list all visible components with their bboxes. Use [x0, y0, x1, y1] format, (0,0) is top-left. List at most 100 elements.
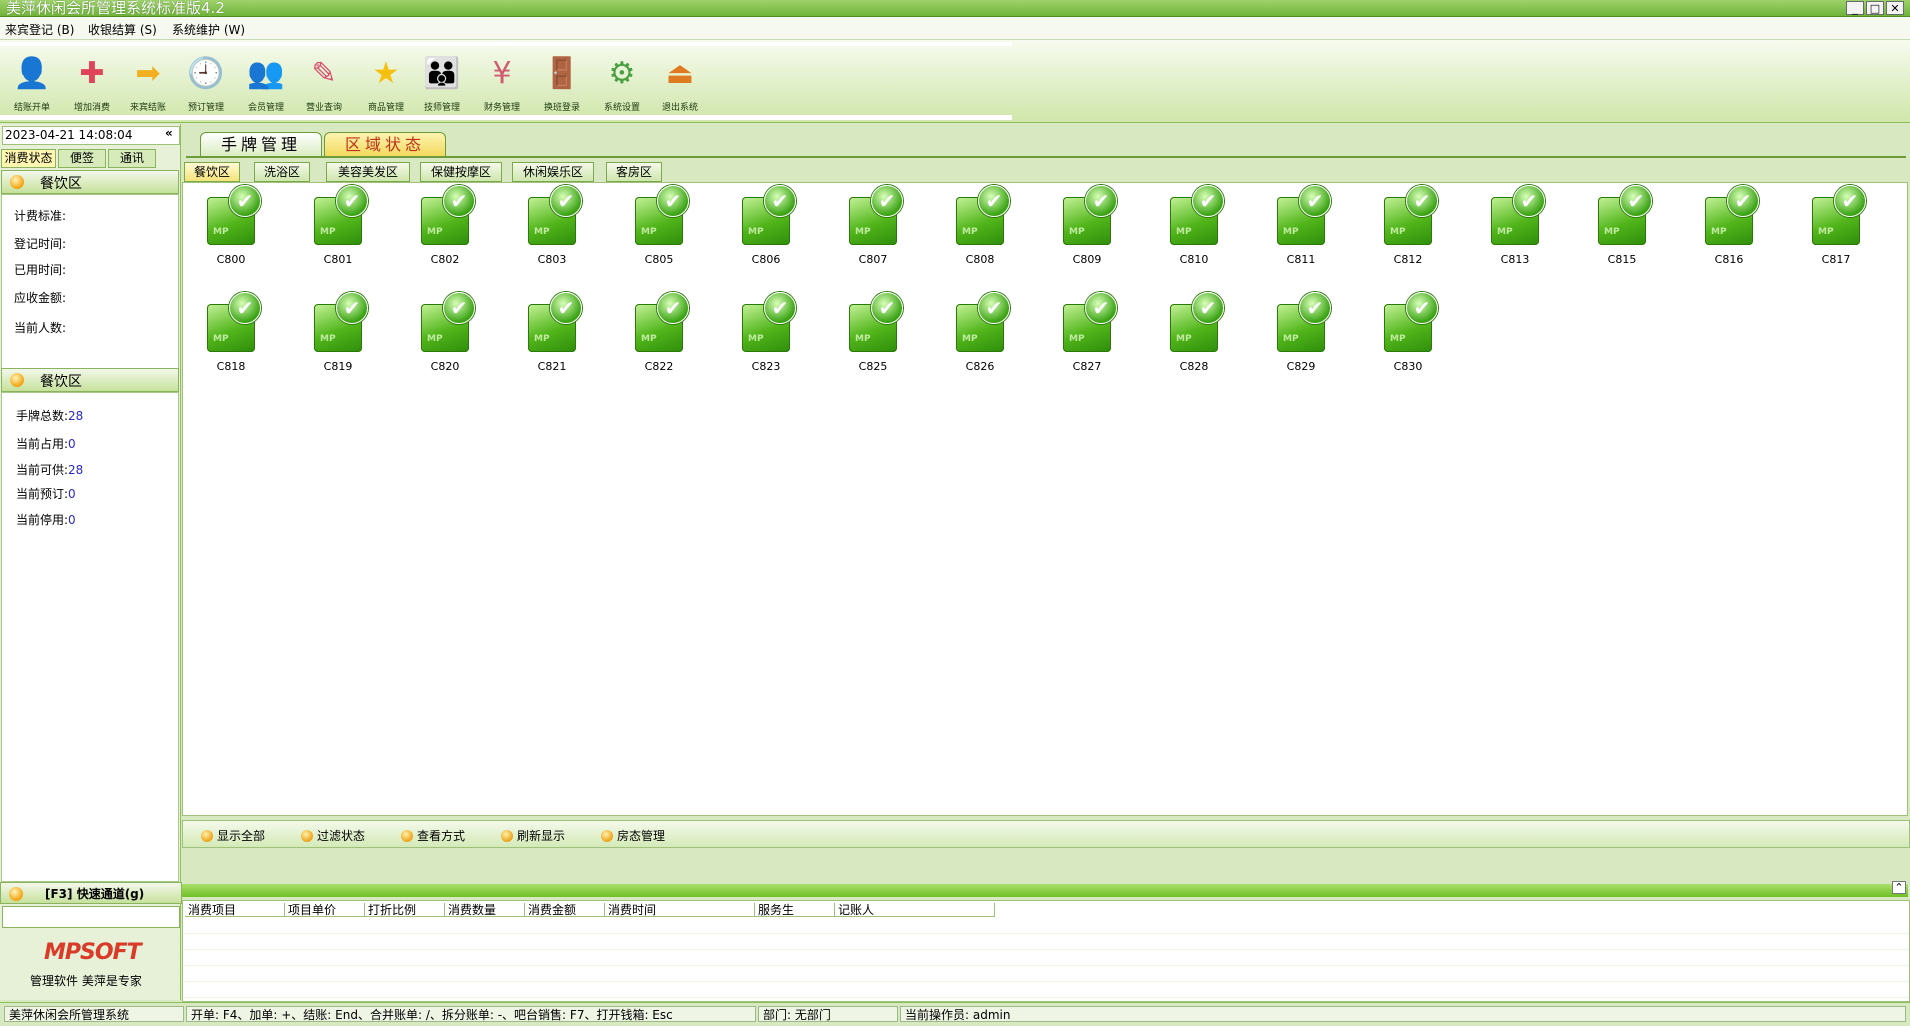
- room-tile[interactable]: ✔ C802: [401, 185, 481, 271]
- action-button-4[interactable]: 房态管理: [601, 827, 665, 844]
- room-tile[interactable]: ✔ C816: [1685, 185, 1765, 271]
- members-icon: 👥: [247, 56, 285, 91]
- section-header-detail: 餐饮区: [1, 170, 179, 194]
- collapse-button[interactable]: «: [165, 126, 173, 140]
- toolbar-button-9[interactable]: 🚪 换班登录: [536, 54, 588, 113]
- table-header[interactable]: 消费金额: [525, 903, 605, 917]
- toolbar-button-0[interactable]: 👤 结账开单: [6, 54, 58, 113]
- room-tile[interactable]: ✔ C809: [1043, 185, 1123, 271]
- toolbar-button-5[interactable]: ✎ 营业查询: [298, 54, 350, 113]
- zone-tab-4[interactable]: 休闲娱乐区: [512, 162, 594, 182]
- room-tile[interactable]: ✔ C821: [508, 292, 588, 378]
- room-tile[interactable]: ✔ C828: [1150, 292, 1230, 378]
- zone-tab-2[interactable]: 美容美发区: [326, 162, 410, 182]
- room-tile[interactable]: ✔ C803: [508, 185, 588, 271]
- toolbar-button-4[interactable]: 👥 会员管理: [240, 54, 292, 113]
- table-header[interactable]: 消费数量: [445, 903, 525, 917]
- table-gridline: [183, 965, 1909, 966]
- close-button[interactable]: ✕: [1886, 1, 1904, 15]
- zone-tab-0[interactable]: 餐饮区: [184, 162, 240, 182]
- room-tile[interactable]: ✔ C806: [722, 185, 802, 271]
- checkmark-icon: ✔: [1834, 185, 1866, 217]
- zone-tab-3[interactable]: 保健按摩区: [420, 162, 502, 182]
- toolbar-button-label: 换班登录: [543, 103, 580, 113]
- stat-value: 0: [68, 437, 76, 451]
- toolbar-button-8[interactable]: ¥ 财务管理: [476, 54, 528, 113]
- checkmark-icon: ✔: [229, 185, 261, 217]
- toolbar-button-2[interactable]: ➡ 来宾结账: [122, 54, 174, 113]
- room-label: C810: [1179, 253, 1209, 266]
- room-tile[interactable]: ✔ C801: [294, 185, 374, 271]
- stat-row: 当前停用:0: [16, 511, 76, 528]
- room-tile[interactable]: ✔ C815: [1578, 185, 1658, 271]
- room-tile[interactable]: ✔ C822: [615, 292, 695, 378]
- datetime-bar: 2023-04-21 14:08:04 «: [2, 126, 180, 145]
- tab-contacts[interactable]: 通讯: [108, 149, 156, 168]
- action-button-2[interactable]: 查看方式: [401, 827, 465, 844]
- room-tile[interactable]: ✔ C820: [401, 292, 481, 378]
- room-tile[interactable]: ✔ C829: [1257, 292, 1337, 378]
- tab-notes[interactable]: 便签: [58, 149, 106, 168]
- action-button-3[interactable]: 刷新显示: [501, 827, 565, 844]
- tab-consumption-status[interactable]: 消费状态: [1, 149, 56, 168]
- room-label: C820: [430, 360, 460, 373]
- checkmark-icon: ✔: [764, 292, 796, 324]
- table-header[interactable]: 服务生: [755, 903, 835, 917]
- room-tile[interactable]: ✔ C810: [1150, 185, 1230, 271]
- room-tile[interactable]: ✔ C827: [1043, 292, 1123, 378]
- room-grid: ✔ C800 ✔ C801 ✔ C802 ✔ C803 ✔ C805 ✔ C806 ✔ C807 ✔ C808…: [182, 182, 1908, 816]
- toolbar-button-10[interactable]: ⚙ 系统设置: [596, 54, 648, 113]
- room-tile[interactable]: ✔ C818: [187, 292, 267, 378]
- window-title: 美萍休闲会所管理系统标准版4.2: [6, 0, 225, 17]
- toolbar-button-7[interactable]: 👪 技师管理: [416, 54, 468, 113]
- table-header[interactable]: 记账人: [835, 903, 995, 917]
- room-tile[interactable]: ✔ C826: [936, 292, 1016, 378]
- tab-zone-status[interactable]: 区域状态: [324, 132, 446, 157]
- room-tile[interactable]: ✔ C811: [1257, 185, 1337, 271]
- tab-hand-tag-management[interactable]: 手牌管理: [200, 132, 322, 157]
- table-header[interactable]: 项目单价: [285, 903, 365, 917]
- expand-icon[interactable]: ⌃: [1892, 881, 1906, 894]
- table-header[interactable]: 打折比例: [365, 903, 445, 917]
- room-tile[interactable]: ✔ C805: [615, 185, 695, 271]
- room-tile[interactable]: ✔ C819: [294, 292, 374, 378]
- room-tile[interactable]: ✔ C823: [722, 292, 802, 378]
- minimize-button[interactable]: _: [1846, 1, 1864, 15]
- toolbar-button-6[interactable]: ★ 商品管理: [360, 54, 412, 113]
- room-tile[interactable]: ✔ C807: [829, 185, 909, 271]
- room-tile[interactable]: ✔ C813: [1471, 185, 1551, 271]
- menu-cashier[interactable]: 收银结算 (S): [88, 21, 157, 38]
- room-tile[interactable]: ✔ C830: [1364, 292, 1444, 378]
- maximize-button[interactable]: □: [1866, 1, 1884, 15]
- room-tile[interactable]: ✔ C825: [829, 292, 909, 378]
- action-label: 房态管理: [617, 829, 666, 843]
- menu-system-maintenance[interactable]: 系统维护 (W): [172, 21, 245, 38]
- table-header[interactable]: 消费项目: [185, 903, 285, 917]
- action-button-1[interactable]: 过滤状态: [301, 827, 365, 844]
- room-tile[interactable]: ✔ C808: [936, 185, 1016, 271]
- status-shortcuts: 开单: F4、加单: +、结账: End、合并账单: /、拆分账单: -、吧台销…: [186, 1006, 756, 1022]
- toolbar-button-3[interactable]: 🕘 预订管理: [180, 54, 232, 113]
- toolbar-button-11[interactable]: ⏏ 退出系统: [654, 54, 706, 113]
- room-label: C812: [1393, 253, 1423, 266]
- room-label: C830: [1393, 360, 1423, 373]
- room-tile[interactable]: ✔ C817: [1792, 185, 1872, 271]
- toolbar-button-1[interactable]: ✚ 增加消费: [66, 54, 118, 113]
- zone-tab-5[interactable]: 客房区: [606, 162, 662, 182]
- table-header[interactable]: 消费时间: [605, 903, 755, 917]
- toolbar-button-label: 预订管理: [187, 103, 224, 113]
- checkmark-icon: ✔: [657, 292, 689, 324]
- menu-guest-register[interactable]: 来宾登记 (B): [5, 21, 74, 38]
- room-tile[interactable]: ✔ C800: [187, 185, 267, 271]
- zone-tab-1[interactable]: 洗浴区: [254, 162, 310, 182]
- detail-splitter[interactable]: ⌃: [182, 881, 1908, 897]
- exit-icon: ⏏: [665, 56, 695, 91]
- room-tile[interactable]: ✔ C812: [1364, 185, 1444, 271]
- room-label: C811: [1286, 253, 1316, 266]
- mpsoft-logo: MPSOFT: [44, 940, 142, 965]
- quick-channel-input[interactable]: [2, 906, 180, 928]
- action-button-0[interactable]: 显示全部: [201, 827, 265, 844]
- section-title: 餐饮区: [40, 176, 82, 192]
- room-label: C813: [1500, 253, 1530, 266]
- gears-icon: ⚙: [608, 56, 636, 91]
